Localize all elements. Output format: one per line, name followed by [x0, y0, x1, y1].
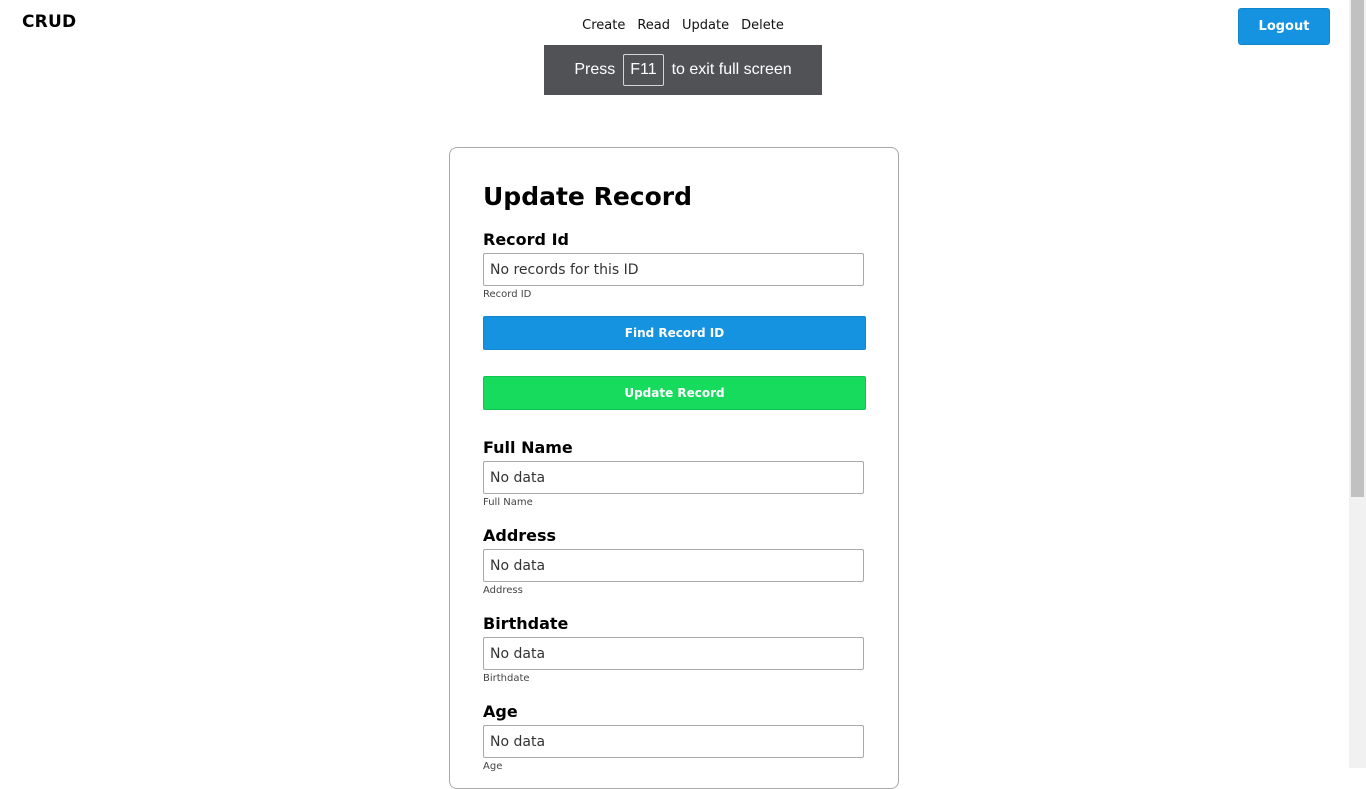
nav-update[interactable]: Update: [682, 18, 729, 33]
birthdate-input[interactable]: No data: [483, 637, 864, 670]
fullscreen-notice-rest: to exit full screen: [671, 61, 792, 78]
full-name-hint: Full Name: [483, 497, 533, 508]
full-name-label: Full Name: [483, 438, 573, 457]
update-record-button[interactable]: Update Record: [483, 376, 866, 410]
nav-read[interactable]: Read: [637, 18, 670, 33]
age-input[interactable]: No data: [483, 725, 864, 758]
f11-key: F11: [623, 54, 664, 86]
address-input[interactable]: No data: [483, 549, 864, 582]
birthdate-hint: Birthdate: [483, 673, 530, 684]
record-id-input[interactable]: No records for this ID: [483, 253, 864, 286]
scrollbar-thumb[interactable]: [1351, 0, 1364, 497]
full-name-input[interactable]: No data: [483, 461, 864, 494]
find-record-button[interactable]: Find Record ID: [483, 316, 866, 350]
record-id-label: Record Id: [483, 230, 569, 249]
record-id-hint: Record ID: [483, 289, 532, 300]
main-nav: Create Read Update Delete: [0, 18, 1366, 33]
nav-delete[interactable]: Delete: [741, 18, 784, 33]
page-title: Update Record: [483, 182, 692, 211]
birthdate-label: Birthdate: [483, 614, 569, 633]
logout-button[interactable]: Logout: [1238, 8, 1330, 45]
page-scrollbar[interactable]: [1349, 0, 1366, 768]
address-label: Address: [483, 526, 557, 545]
age-label: Age: [483, 702, 518, 721]
age-hint: Age: [483, 761, 503, 772]
address-hint: Address: [483, 585, 523, 596]
fullscreen-notice: Press F11 to exit full screen: [544, 45, 822, 95]
update-record-card: Update Record Record Id No records for t…: [449, 147, 899, 789]
nav-create[interactable]: Create: [582, 18, 625, 33]
fullscreen-notice-press: Press: [574, 61, 616, 78]
